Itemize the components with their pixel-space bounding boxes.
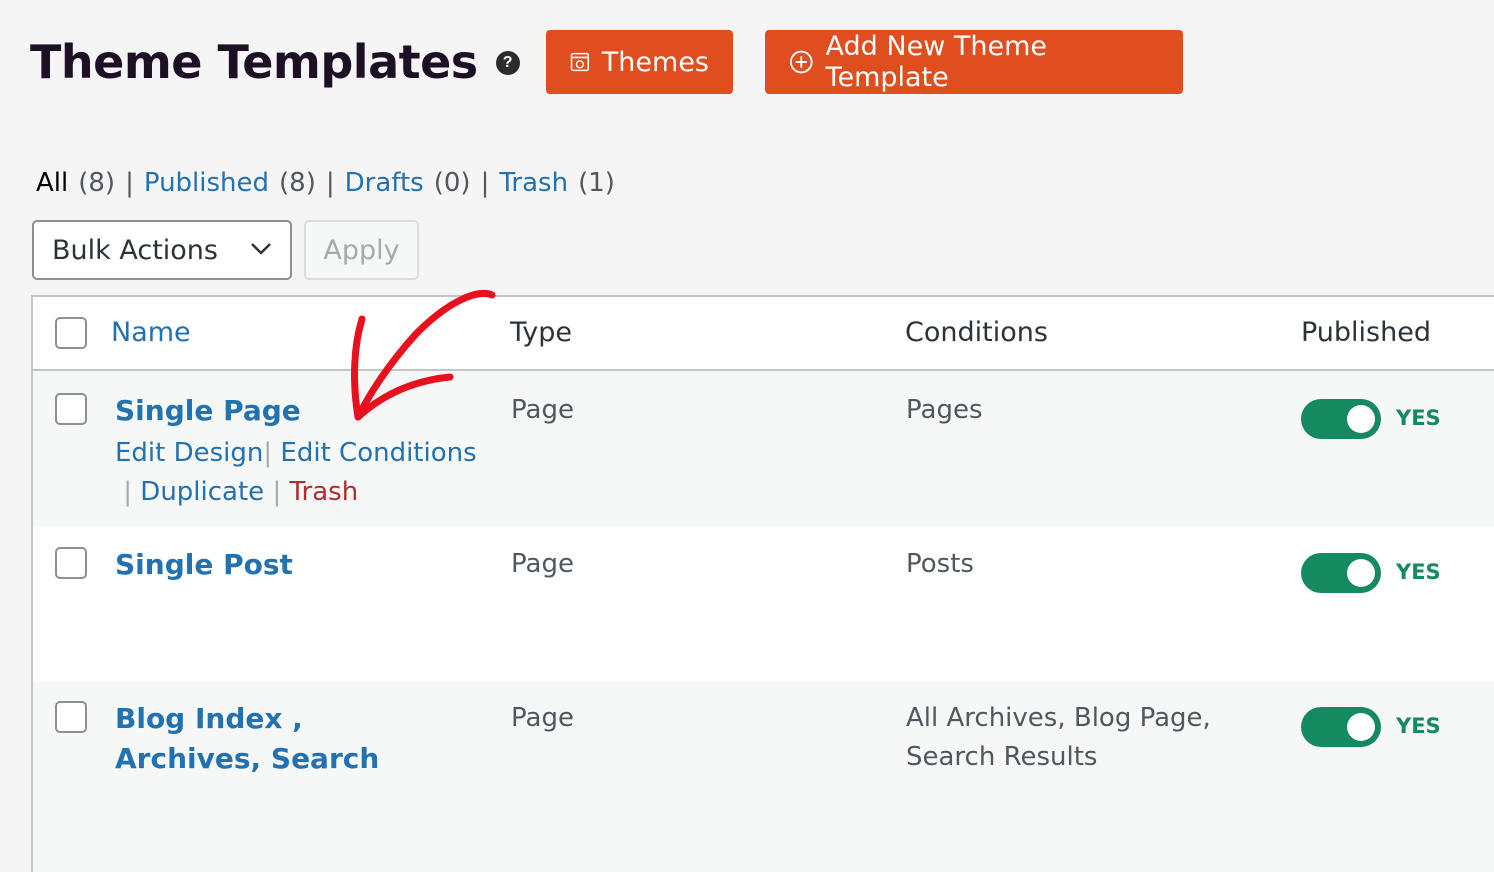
table-row: Single Page Edit Design| Edit Conditions… [33,373,1494,527]
page-title: Theme Templates [30,35,478,89]
row-action-separator: | [263,438,273,468]
templates-table: Name Type Conditions Published Single Pa… [31,295,1494,872]
status-filters: All (8) | Published (8) | Drafts (0) | T… [36,168,615,198]
row-actions: Edit Design| Edit Conditions | Duplicate… [115,434,495,512]
add-new-theme-template-button[interactable]: Add New Theme Template [765,30,1183,94]
chevron-down-icon [251,243,271,255]
row-checkbox[interactable] [55,701,87,733]
filter-separator: | [325,168,335,198]
duplicate-link[interactable]: Duplicate [140,477,264,507]
toggle-knob [1347,405,1375,433]
filter-all[interactable]: All [36,168,68,198]
column-header-published: Published [1301,317,1431,348]
filter-all-count: (8) [78,168,116,198]
published-toggle[interactable] [1301,553,1381,593]
column-header-name[interactable]: Name [111,317,191,348]
plus-circle-icon [789,50,813,74]
select-all-checkbox[interactable] [55,317,87,349]
filter-trash-count: (1) [578,168,615,198]
apply-button[interactable]: Apply [304,220,419,280]
trash-link[interactable]: Trash [289,477,358,507]
themes-button-label: Themes [601,46,709,78]
row-type: Page [511,395,574,425]
row-action-separator: | [123,477,133,507]
row-conditions: Pages [906,395,983,425]
row-type: Page [511,549,574,579]
row-title-link[interactable]: Single Post [115,545,445,585]
row-conditions: Posts [906,549,974,579]
annotation-arrow [351,289,496,421]
filter-separator: | [480,168,490,198]
filter-separator: | [125,168,134,198]
published-toggle[interactable] [1301,399,1381,439]
row-title-link[interactable]: Blog Index , Archives, Search [115,699,445,779]
table-row: Blog Index , Archives, Search Page All A… [33,681,1494,872]
toggle-knob [1347,713,1375,741]
column-header-conditions: Conditions [905,317,1048,348]
row-type: Page [511,703,574,733]
row-conditions: All Archives, Blog Page, Search Results [906,703,1211,772]
column-header-type: Type [510,317,573,348]
filter-published-count: (8) [279,168,316,198]
edit-conditions-link[interactable]: Edit Conditions [280,438,476,468]
table-header: Name Type Conditions Published [33,297,1494,371]
published-toggle[interactable] [1301,707,1381,747]
bulk-actions-select[interactable]: Bulk Actions [32,220,292,280]
add-button-label: Add New Theme Template [825,31,1048,93]
filter-published[interactable]: Published [144,168,269,198]
row-action-separator: | [272,477,282,507]
table-row: Single Post Page Posts YES [33,527,1494,681]
page-header: Theme Templates ? [30,30,520,94]
row-checkbox[interactable] [55,393,87,425]
toggle-knob [1347,559,1375,587]
published-status: YES [1396,560,1441,584]
help-icon[interactable]: ? [495,51,520,75]
filter-trash[interactable]: Trash [499,168,568,198]
filter-drafts-count: (0) [433,168,471,198]
filter-drafts[interactable]: Drafts [345,168,424,198]
themes-button[interactable]: Themes [546,30,733,94]
themes-icon [570,52,590,72]
published-status: YES [1396,714,1441,738]
row-checkbox[interactable] [55,547,87,579]
published-status: YES [1396,406,1441,430]
bulk-actions-value: Bulk Actions [52,234,218,266]
edit-design-link[interactable]: Edit Design [115,438,263,468]
